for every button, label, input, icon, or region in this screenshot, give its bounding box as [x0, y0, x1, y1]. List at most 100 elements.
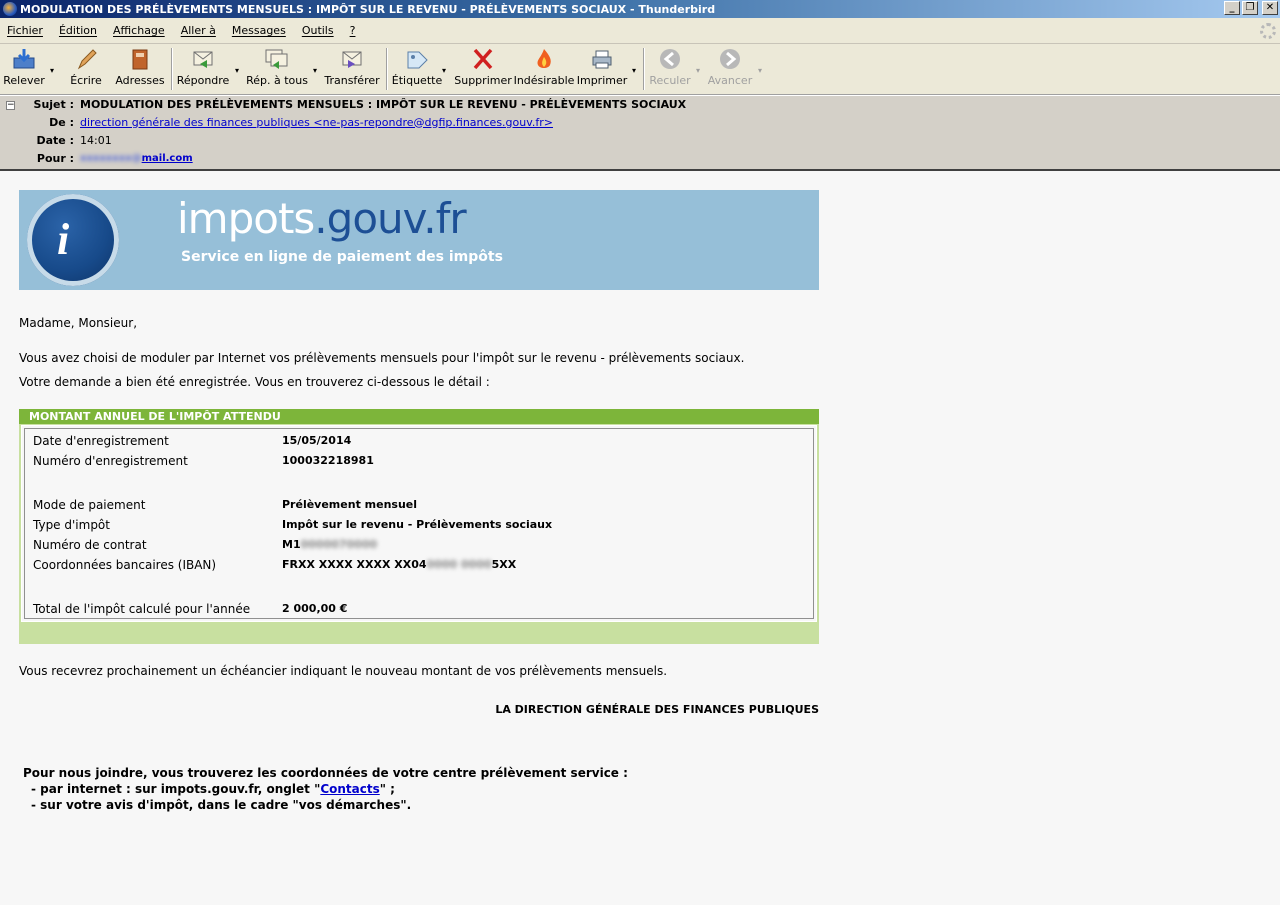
- message-body: i impots.gouv.fr Service en ligne de pai…: [0, 171, 1280, 905]
- reply-all-button[interactable]: Rép. à tous: [246, 48, 308, 92]
- impots-banner: i impots.gouv.fr Service en ligne de pai…: [19, 190, 819, 290]
- back-button[interactable]: Reculer: [649, 48, 691, 92]
- close-button[interactable]: ✕: [1262, 1, 1278, 15]
- forward-icon: [340, 48, 364, 70]
- footer-line-1-pre: - par internet : sur impots.gouv.fr, ong…: [31, 782, 321, 796]
- addresses-button[interactable]: Adresses: [115, 48, 165, 92]
- tag-icon: [405, 48, 429, 70]
- menu-help[interactable]: ?: [350, 24, 356, 37]
- date-label: Date :: [36, 133, 74, 147]
- detail-value: M10000070000: [282, 538, 377, 551]
- minimize-button[interactable]: _: [1224, 1, 1240, 15]
- menu-outils[interactable]: Outils: [302, 24, 334, 37]
- subject-label: Sujet :: [33, 97, 74, 111]
- detail-value: 100032218981: [282, 454, 374, 467]
- banner-tagline: Service en ligne de paiement des impôts: [181, 249, 503, 265]
- date-value: 14:01: [80, 133, 112, 147]
- logo-letter: i: [57, 215, 70, 264]
- notice-text: Vous recevrez prochainement un échéancie…: [19, 664, 668, 678]
- print-label: Imprimer: [576, 74, 628, 87]
- footer-line-1-post: " ;: [379, 782, 395, 796]
- restore-button[interactable]: ❐: [1242, 1, 1258, 15]
- menu-bar: Fichier Édition Affichage Aller à Messag…: [0, 18, 1280, 44]
- tag-label: Étiquette: [391, 74, 443, 87]
- reply-button[interactable]: Répondre: [177, 48, 229, 92]
- junk-button[interactable]: Indésirable: [514, 48, 574, 92]
- delete-label: Supprimer: [454, 74, 512, 87]
- back-label: Reculer: [649, 74, 691, 87]
- brand-part1: impots: [177, 194, 315, 243]
- menu-edition[interactable]: Édition: [59, 24, 97, 37]
- get-mail-button[interactable]: Relever: [3, 48, 45, 92]
- signature: LA DIRECTION GÉNÉRALE DES FINANCES PUBLI…: [495, 703, 819, 716]
- reply-all-icon: [265, 48, 289, 70]
- forward-button[interactable]: Transférer: [324, 48, 380, 92]
- to-row: Pour : xxxxxxxx@mail.com: [0, 150, 193, 166]
- reply-dropdown-icon[interactable]: ▾: [235, 66, 239, 75]
- greeting: Madame, Monsieur,: [19, 316, 138, 330]
- tax-details-panel: Date d'enregistrement 15/05/2014 Numéro …: [21, 425, 817, 622]
- forward-arrow-icon: [718, 48, 742, 70]
- message-header: − Sujet : MODULATION DES PRÉLÈVEMENTS ME…: [0, 95, 1280, 171]
- printer-icon: [590, 48, 614, 70]
- flame-icon: [532, 48, 556, 70]
- brand-part2: gouv.fr: [326, 194, 467, 243]
- detail-value: 2 000,00 €: [282, 602, 348, 615]
- reply-icon: [191, 48, 215, 70]
- detail-value: Prélèvement mensuel: [282, 498, 418, 511]
- tag-dropdown-icon[interactable]: ▾: [442, 66, 446, 75]
- toolbar-separator: [171, 48, 173, 90]
- tax-details-title: MONTANT ANNUEL DE L'IMPÔT ATTENDU: [19, 409, 819, 424]
- from-value[interactable]: direction générale des finances publique…: [80, 116, 553, 129]
- subject-value: MODULATION DES PRÉLÈVEMENTS MENSUELS : I…: [80, 97, 687, 111]
- delete-x-icon: [471, 48, 495, 70]
- window-controls: _ ❐ ✕: [1224, 1, 1278, 15]
- delete-button[interactable]: Supprimer: [454, 48, 512, 92]
- tax-details-box: MONTANT ANNUEL DE L'IMPÔT ATTENDU Date d…: [19, 409, 819, 644]
- to-value[interactable]: xxxxxxxx@mail.com: [80, 153, 193, 164]
- brand-title: impots.gouv.fr: [177, 194, 467, 243]
- iban-suffix: 5XX: [491, 558, 517, 571]
- get-mail-dropdown-icon[interactable]: ▾: [50, 66, 54, 75]
- pencil-icon: [74, 48, 98, 70]
- window-titlebar[interactable]: MODULATION DES PRÉLÈVEMENTS MENSUELS : I…: [0, 0, 1280, 18]
- subject-row: Sujet : MODULATION DES PRÉLÈVEMENTS MENS…: [0, 96, 687, 112]
- get-mail-label: Relever: [3, 74, 45, 87]
- menu-messages[interactable]: Messages: [232, 24, 286, 37]
- write-label: Écrire: [70, 74, 102, 87]
- back-dropdown-icon[interactable]: ▾: [696, 66, 700, 75]
- tax-details-table: Date d'enregistrement 15/05/2014 Numéro …: [24, 428, 814, 619]
- detail-value: 15/05/2014: [282, 434, 352, 447]
- write-button[interactable]: Écrire: [70, 48, 102, 92]
- forward-nav-button[interactable]: Avancer: [707, 48, 753, 92]
- detail-label: Numéro d'enregistrement: [33, 454, 188, 468]
- detail-label: Numéro de contrat: [33, 538, 147, 552]
- forward-nav-dropdown-icon[interactable]: ▾: [758, 66, 762, 75]
- addresses-label: Adresses: [115, 74, 165, 87]
- redacted-iban: 0000 0000: [426, 558, 492, 571]
- detail-value: FRXX XXXX XXXX XX040000 0000 5XX: [282, 558, 516, 571]
- window-title: MODULATION DES PRÉLÈVEMENTS MENSUELS : I…: [20, 2, 716, 16]
- contacts-link[interactable]: Contacts: [320, 782, 379, 796]
- menu-aller-a[interactable]: Aller à: [181, 24, 216, 37]
- to-domain: mail.com: [141, 152, 193, 164]
- toolbar-separator: [643, 48, 645, 90]
- redacted-contract: 0000070000: [300, 538, 378, 551]
- date-row: Date : 14:01: [0, 132, 112, 148]
- detail-label: Mode de paiement: [33, 498, 146, 512]
- forward-nav-label: Avancer: [707, 74, 753, 87]
- get-mail-icon: [12, 48, 36, 70]
- tag-button[interactable]: Étiquette: [391, 48, 443, 92]
- menu-affichage[interactable]: Affichage: [113, 24, 165, 37]
- print-button[interactable]: Imprimer: [577, 48, 627, 92]
- print-dropdown-icon[interactable]: ▾: [632, 66, 636, 75]
- reply-label: Répondre: [176, 74, 230, 87]
- toolbar-separator: [386, 48, 388, 90]
- detail-value: Impôt sur le revenu - Prélèvements socia…: [282, 518, 553, 531]
- menu-fichier[interactable]: Fichier: [7, 24, 43, 37]
- reply-all-dropdown-icon[interactable]: ▾: [313, 66, 317, 75]
- redacted-email: xxxxxxxx@: [80, 152, 142, 164]
- iban-prefix: FRXX XXXX XXXX XX04: [282, 558, 427, 571]
- footer-line-2: - sur votre avis d'impôt, dans le cadre …: [31, 798, 412, 812]
- contact-footer: Pour nous joindre, vous trouverez les co…: [23, 765, 628, 813]
